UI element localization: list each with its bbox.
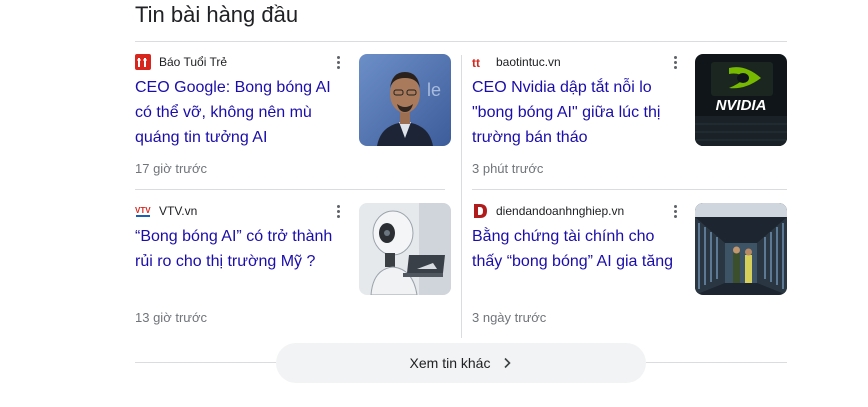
source-row[interactable]: diendandoanhnghiep.vn [472,203,624,219]
more-options-icon[interactable] [665,52,685,72]
bottom-divider-left [135,362,276,363]
article-headline[interactable]: CEO Nvidia dập tắt nỗi lo "bong bóng AI"… [472,75,682,150]
see-more-label: Xem tin khác [409,355,491,371]
article-time: 3 ngày trước [472,310,547,325]
robot-laptop-photo[interactable] [359,203,451,295]
source-row[interactable]: Báo Tuổi Trẻ [135,54,227,70]
article-headline[interactable]: Bằng chứng tài chính cho thấy “bong bóng… [472,224,682,274]
source-name: VTV.vn [159,204,198,218]
news-card[interactable]: diendandoanhnghiep.vn Bằng chứng tài chí… [472,191,792,339]
source-row[interactable]: tt baotintuc.vn [472,54,561,70]
svg-text:le: le [427,80,441,100]
section-title: Tin bài hàng đầu [135,2,299,27]
data-center-photo[interactable] [695,203,787,295]
more-options-icon[interactable] [665,201,685,221]
source-name: baotintuc.vn [496,55,561,69]
news-card[interactable]: tt baotintuc.vn CEO Nvidia dập tắt nỗi l… [472,42,792,190]
nvidia-logo-photo[interactable]: NVIDIA [695,54,787,146]
ddn-logo-icon [472,203,488,219]
svg-text:VTV: VTV [135,206,151,215]
article-headline[interactable]: CEO Google: Bong bóng AI có thể vỡ, khôn… [135,75,345,150]
news-card[interactable]: VTV VTV.vn “Bong bóng AI” có trở thành r… [135,191,455,339]
more-options-icon[interactable] [328,201,348,221]
tuoitre-logo-icon [135,54,151,70]
chevron-right-icon [504,357,512,369]
source-name: Báo Tuổi Trẻ [159,55,228,69]
article-time: 17 giờ trước [135,161,207,176]
source-name: diendandoanhnghiep.vn [496,204,625,218]
article-time: 13 giờ trước [135,310,207,325]
news-card[interactable]: Báo Tuổi Trẻ CEO Google: Bong bóng AI có… [135,42,455,190]
article-headline[interactable]: “Bong bóng AI” có trở thành rủi ro cho t… [135,224,345,274]
baotintuc-logo-icon: tt [472,54,488,70]
column-divider [461,55,462,338]
article-time: 3 phút trước [472,161,544,176]
svg-text:tt: tt [472,56,480,70]
more-options-icon[interactable] [328,52,348,72]
bottom-divider-right [646,362,787,363]
svg-text:NVIDIA: NVIDIA [716,97,767,114]
see-more-news-button[interactable]: Xem tin khác [276,343,646,383]
vtv-logo-icon: VTV [135,203,151,219]
source-row[interactable]: VTV VTV.vn [135,203,197,219]
sundar-pichai-photo[interactable]: le [359,54,451,146]
